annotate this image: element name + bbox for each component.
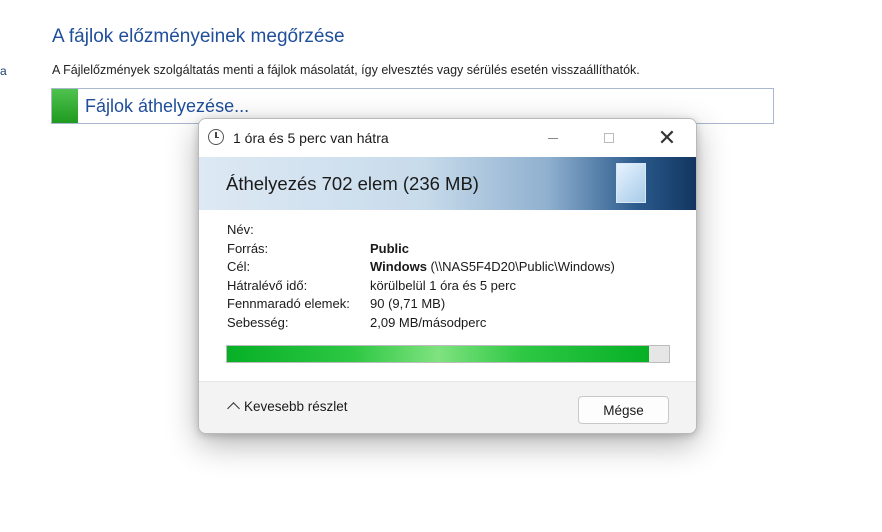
file-operation-dialog: 1 óra és 5 perc van hátra ✕ Áthelyezés 7… <box>198 118 697 434</box>
detail-row-source: Forrás: Public <box>227 240 687 259</box>
dialog-header-band: Áthelyezés 702 elem (236 MB) <box>199 157 696 210</box>
dialog-footer: Kevesebb részlet Mégse <box>199 381 696 433</box>
page-title: A fájlok előzményeinek megőrzése <box>52 26 345 47</box>
document-icon <box>616 163 646 203</box>
speed-label: Sebesség: <box>227 314 289 330</box>
name-label: Név: <box>227 222 254 237</box>
items-remaining-label: Fennmaradó elemek: <box>227 296 350 311</box>
chevron-up-icon <box>227 402 240 415</box>
destination-name[interactable]: Windows <box>370 259 427 274</box>
minimize-button[interactable] <box>525 119 581 157</box>
speed-value: 2,09 MB/másodperc <box>370 314 487 330</box>
source-name[interactable]: Public <box>370 241 409 256</box>
time-remaining-label: Hátralévő idő: <box>227 277 308 293</box>
operation-summary: Áthelyezés 702 elem (236 MB) <box>226 173 479 194</box>
dialog-title: 1 óra és 5 perc van hátra <box>233 130 389 146</box>
copy-progress-bar <box>226 345 670 363</box>
close-button[interactable]: ✕ <box>639 119 695 157</box>
detail-row-items-remaining: Fennmaradó elemek: 90 (9,71 MB) <box>227 295 687 314</box>
close-icon: ✕ <box>657 125 677 150</box>
minimize-icon <box>548 137 558 139</box>
maximize-button <box>581 119 637 157</box>
source-label: Forrás: <box>227 240 269 256</box>
background-progress-label: Fájlok áthelyezése... <box>85 96 250 116</box>
details-panel: Név: Forrás: Public Cél: Windows (\\NAS5… <box>227 221 687 332</box>
detail-row-destination: Cél: Windows (\\NAS5F4D20\Public\Windows… <box>227 258 687 277</box>
cancel-button[interactable]: Mégse <box>578 396 669 424</box>
detail-row-time-remaining: Hátralévő idő: körülbelül 1 óra és 5 per… <box>227 277 687 296</box>
left-panel-text: a <box>0 64 7 78</box>
fewer-details-label: Kevesebb részlet <box>244 399 348 414</box>
time-remaining-value: körülbelül 1 óra és 5 perc <box>370 277 516 293</box>
copy-progress-fill <box>227 346 650 362</box>
detail-row-name: Név: <box>227 221 687 240</box>
destination-label: Cél: <box>227 259 251 274</box>
page-description: A Fájlelőzmények szolgáltatás menti a fá… <box>52 63 640 77</box>
dialog-titlebar[interactable]: 1 óra és 5 perc van hátra ✕ <box>199 119 696 157</box>
destination-path: (\\NAS5F4D20\Public\Windows) <box>426 259 615 274</box>
items-remaining-value: 90 (9,71 MB) <box>370 296 446 311</box>
detail-row-speed: Sebesség: 2,09 MB/másodperc <box>227 314 687 333</box>
source-value: Public <box>370 240 409 259</box>
maximize-icon <box>604 133 614 143</box>
clock-icon <box>208 129 224 145</box>
fewer-details-button[interactable]: Kevesebb részlet <box>227 399 348 415</box>
background-progress-bar <box>52 89 78 123</box>
destination-value: Windows (\\NAS5F4D20\Public\Windows) <box>370 258 615 277</box>
